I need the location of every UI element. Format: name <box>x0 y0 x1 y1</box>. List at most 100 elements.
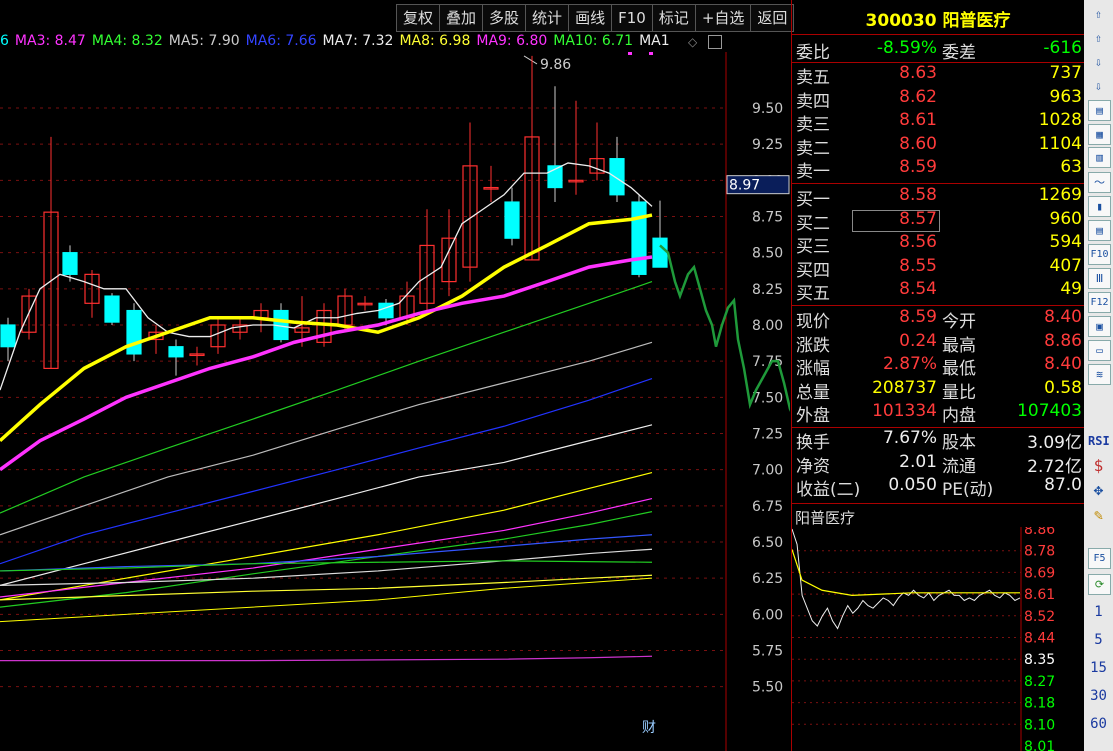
fund-row-0-l2: 股本 <box>942 433 976 453</box>
page-down-icon[interactable]: ⇩ <box>1088 53 1109 72</box>
stat-row-2-v2: 8.40 <box>1044 354 1082 374</box>
ask-row-3[interactable]: 卖三 8.61 1028 <box>796 110 1082 135</box>
line-chart-icon[interactable]: 〜 <box>1088 172 1111 193</box>
wave-icon[interactable]: ≋ <box>1088 364 1111 385</box>
toolbar-button-7[interactable]: +自选 <box>694 4 751 32</box>
stat-row-2-l1: 涨幅 <box>796 359 830 379</box>
chart-icon[interactable]: ▤ <box>1088 100 1111 121</box>
ma-legend-item: MA8: 6.98 <box>399 33 471 49</box>
stock-name: 阳普医疗 <box>942 11 1011 31</box>
intraday-chart[interactable]: 8.86 8.78 8.69 8.61 8.52 8.44 8.35 8.27 8.18 8.10… <box>792 527 1084 751</box>
scroll-down-icon[interactable]: ⇩ <box>1088 77 1109 96</box>
toolbar-button-8[interactable]: 返回 <box>750 4 795 32</box>
toolbar-button-1[interactable]: 叠加 <box>439 4 483 32</box>
f12-icon[interactable]: F12 <box>1088 292 1111 313</box>
pencil-icon[interactable]: ✎ <box>1088 506 1109 525</box>
weibi-value: -8.59% <box>876 38 937 58</box>
bid-row-4[interactable]: 买四 8.55 407 <box>796 255 1082 281</box>
toolbar-button-6[interactable]: 标记 <box>651 4 695 32</box>
ma-line-blue <box>0 377 653 565</box>
ma-line-green-3 <box>0 560 653 572</box>
ma-line-yellow-2 <box>0 574 653 601</box>
divider <box>792 305 1084 306</box>
stat-row-0-v1: 8.59 <box>899 307 937 327</box>
ma-line-yellow-thick <box>0 213 653 443</box>
marker-dot <box>628 52 632 55</box>
candle-down <box>631 201 647 275</box>
stat-row-1-v2: 8.86 <box>1044 330 1082 351</box>
ask-row-1[interactable]: 卖一 8.59 63 <box>796 157 1082 182</box>
period-button-15[interactable]: 15 <box>1088 659 1109 678</box>
stat-row-0-v2: 8.40 <box>1044 307 1082 327</box>
ma-legend-item: MA1 <box>639 33 670 49</box>
stat-row-0-l2: 今开 <box>942 312 976 332</box>
function-icon[interactable]: ▣ <box>1088 316 1111 337</box>
price-tick: 6.00 <box>752 607 783 623</box>
price-tick: 8.75 <box>752 210 783 226</box>
ma-line-yellow <box>0 471 653 601</box>
rsi-icon[interactable]: RSI <box>1088 432 1110 451</box>
bar-icon[interactable]: Ⅲ <box>1088 268 1111 289</box>
period-button-60[interactable]: 60 <box>1088 715 1109 734</box>
toolbar-button-5[interactable]: F10 <box>611 4 652 32</box>
bid-row-3[interactable]: 买三 8.56 594 <box>796 232 1082 257</box>
ma-legend-item: MA6: 7.66 <box>245 33 317 49</box>
bid-row-1[interactable]: 买一 8.58 1269 <box>796 185 1082 210</box>
toolbar-button-0[interactable]: 复权 <box>396 4 440 32</box>
bid-row-5[interactable]: 买五 8.54 49 <box>796 279 1082 304</box>
stat-row-3-l1: 总量 <box>796 382 830 403</box>
ask-row-2[interactable]: 卖二 8.60 1104 <box>796 134 1082 159</box>
ask-row-1-label: 卖一 <box>796 162 830 182</box>
scroll-up-icon[interactable]: ⇧ <box>1088 5 1109 24</box>
bid-row-4-volume: 407 <box>1049 255 1082 276</box>
refresh-icon[interactable]: ⟳ <box>1088 574 1111 595</box>
bid-row-4-label: 买四 <box>796 260 830 281</box>
ask-row-4-volume: 963 <box>1049 86 1082 107</box>
dollar-icon[interactable]: $ <box>1088 456 1109 475</box>
stat-row-2-v1: 2.87% <box>882 354 937 374</box>
candle-icon[interactable]: ▮ <box>1088 196 1111 217</box>
ma-legend-settings-icon[interactable] <box>708 35 722 49</box>
ma-legend-item: MA3: 8.47 <box>14 33 86 49</box>
stat-row-1-v1: 0.24 <box>899 330 937 351</box>
page-up-icon[interactable]: ⇧ <box>1088 29 1109 48</box>
intraday-price-tick: 8.10 <box>1024 717 1055 733</box>
stat-row-3-v2: 0.58 <box>1044 377 1082 398</box>
finance-event-marker[interactable]: 财 <box>642 717 656 737</box>
toolbar-button-3[interactable]: 统计 <box>525 4 569 32</box>
move-icon[interactable]: ✥ <box>1088 480 1109 499</box>
high-marker-line <box>523 55 538 65</box>
fund-row-0-v2: 3.09亿 <box>1027 433 1082 453</box>
f5-icon[interactable]: F5 <box>1088 548 1111 569</box>
ask-row-4[interactable]: 卖四 8.62 963 <box>796 86 1082 112</box>
toolbar-button-4[interactable]: 画线 <box>568 4 612 32</box>
period-button-5[interactable]: 5 <box>1088 631 1109 650</box>
list-icon[interactable]: ▤ <box>1088 220 1111 241</box>
toolbar-button-2[interactable]: 多股 <box>482 4 526 32</box>
stat-row-0-l1: 现价 <box>796 312 830 332</box>
candlestick-chart[interactable]: 9.509.259.008.758.508.258.007.757.507.25… <box>0 52 790 751</box>
stat-row-2-l2: 最低 <box>942 359 976 379</box>
period-button-30[interactable]: 30 <box>1088 687 1109 706</box>
circle-icon[interactable]: ▭ <box>1088 340 1111 361</box>
chart-toolbar: 复权 叠加 多股 统计 画线 F10 标记 +自选 返回 <box>396 4 795 32</box>
ma-legend-expand-icon[interactable]: ◇ <box>688 35 697 49</box>
candle-down <box>0 324 16 348</box>
grid-icon[interactable]: ▥ <box>1088 147 1111 168</box>
ask-row-4-price: 8.62 <box>899 86 937 107</box>
stat-row-3-v1: 208737 <box>872 377 937 398</box>
weibi-label: 委比 <box>796 43 830 63</box>
period-button-1[interactable]: 1 <box>1088 603 1109 622</box>
ask-row-5[interactable]: 卖五 8.63 737 <box>796 63 1082 88</box>
intraday-price-tick: 8.78 <box>1024 544 1055 560</box>
ask-row-5-price: 8.63 <box>899 63 937 83</box>
intraday-price-tick: 8.52 <box>1024 609 1055 625</box>
f10-icon[interactable]: F10 <box>1088 244 1111 265</box>
stat-row-1-l2: 最高 <box>942 335 976 356</box>
table-icon[interactable]: ▦ <box>1088 124 1111 145</box>
price-tick: 9.25 <box>752 137 783 153</box>
candle-down <box>609 158 625 196</box>
ma-legend-item: MA10: 6.71 <box>553 33 634 49</box>
ask-row-4-label: 卖四 <box>796 91 830 112</box>
stat-row-2: 涨幅 2.87% 最低 8.40 <box>796 354 1082 379</box>
